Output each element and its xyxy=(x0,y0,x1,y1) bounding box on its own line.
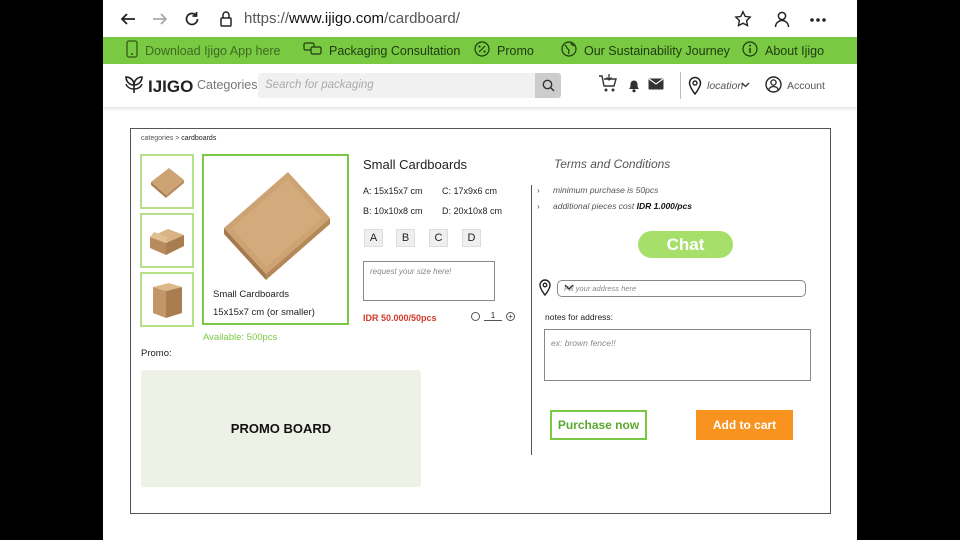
info-icon xyxy=(742,41,758,60)
bell-icon[interactable] xyxy=(627,77,641,93)
refresh-icon[interactable] xyxy=(183,8,201,30)
more-icon[interactable] xyxy=(808,8,828,30)
breadcrumb-separator: > xyxy=(175,135,180,142)
terms-line-2-prefix: additional pieces cost xyxy=(553,201,637,211)
chevron-right-icon: › xyxy=(537,185,540,195)
cart-icon[interactable] xyxy=(598,73,618,93)
header-divider xyxy=(680,72,681,99)
browser-toolbar: https://www.ijigo.com/cardboard/ xyxy=(103,0,857,37)
price-text: IDR 50.000/50pcs xyxy=(363,313,437,323)
packaging-consultation-link[interactable]: Packaging Consultation xyxy=(303,37,460,64)
percent-icon xyxy=(474,41,490,60)
product-thumbnail-3[interactable] xyxy=(140,272,194,327)
account-link[interactable]: Account xyxy=(787,80,825,92)
promo-link[interactable]: Promo xyxy=(474,37,534,64)
notes-placeholder: ex: brown fence!! xyxy=(551,338,616,348)
availability-text: Available: 500pcs xyxy=(203,332,278,343)
product-thumbnail-1[interactable] xyxy=(140,154,194,209)
phone-icon xyxy=(126,40,138,61)
site-header: IJIGO Categories Search for packaging lo… xyxy=(103,64,857,107)
categories-menu[interactable]: Categories xyxy=(197,78,257,92)
product-title: Small Cardboards xyxy=(363,157,468,172)
terms-line-2: › additional pieces cost IDR 1.000/pcs xyxy=(537,201,692,211)
notes-label: notes for address: xyxy=(545,312,614,322)
size-option-c[interactable]: C xyxy=(429,229,448,247)
search-bar[interactable]: Search for packaging xyxy=(258,73,561,98)
screen: https://www.ijigo.com/cardboard/ Downloa… xyxy=(103,0,857,540)
custom-size-input[interactable]: request your size here! xyxy=(363,261,495,301)
globe-icon xyxy=(561,41,577,60)
download-app-link[interactable]: Download Ijigo App here xyxy=(126,37,281,64)
address-pin-icon xyxy=(539,279,551,301)
about-label: About Ijigo xyxy=(765,43,825,58)
promo-label: Promo xyxy=(497,43,534,58)
size-option-d[interactable]: D xyxy=(462,229,481,247)
terms-line-1: › minimum purchase is 50pcs xyxy=(537,185,658,195)
promo-label: Promo: xyxy=(141,348,172,359)
purchase-now-button[interactable]: Purchase now xyxy=(550,410,647,440)
search-button[interactable] xyxy=(535,73,561,98)
url-prefix: https:// xyxy=(244,10,290,27)
size-d-text: D: 20x10x8 cm xyxy=(442,206,503,216)
cardboard-box-image xyxy=(224,172,330,280)
size-c-text: C: 17x9x6 cm xyxy=(442,186,498,196)
account-icon[interactable] xyxy=(765,76,782,93)
location-pin-icon[interactable] xyxy=(688,76,702,95)
chat-button[interactable]: Chat xyxy=(638,231,733,258)
search-icon xyxy=(542,79,555,92)
address-notes-input[interactable]: ex: brown fence!! xyxy=(544,329,811,381)
url-path: /cardboard/ xyxy=(384,10,460,27)
profile-icon[interactable] xyxy=(773,8,791,30)
url-domain: www.ijigo.com xyxy=(289,10,385,27)
chevron-down-icon xyxy=(564,284,800,293)
sustainability-label: Our Sustainability Journey xyxy=(584,43,730,58)
quantity-stepper: 1 + xyxy=(471,311,515,321)
decrement-button[interactable] xyxy=(471,311,480,321)
size-a-text: A: 15x15x7 cm xyxy=(363,186,423,196)
forward-arrow-icon[interactable] xyxy=(151,8,169,30)
lock-icon xyxy=(219,8,233,30)
terms-title: Terms and Conditions xyxy=(554,157,671,171)
breadcrumb: categories > cardboards xyxy=(141,135,216,142)
add-to-cart-button[interactable]: Add to cart xyxy=(696,410,793,440)
product-thumbnail-2[interactable] xyxy=(140,213,194,268)
size-b-text: B: 10x10x8 cm xyxy=(363,206,423,216)
mail-icon[interactable] xyxy=(648,78,664,90)
logo-text: IJIGO xyxy=(148,76,194,96)
image-caption-name: Small Cardboards xyxy=(213,289,290,300)
product-card: categories > cardboards Small Cardboards… xyxy=(130,128,831,514)
custom-size-placeholder: request your size here! xyxy=(370,267,452,276)
column-divider xyxy=(531,185,532,455)
star-icon[interactable] xyxy=(734,8,752,30)
quantity-value[interactable]: 1 xyxy=(484,311,502,321)
promo-board[interactable]: PROMO BOARD xyxy=(141,370,421,487)
chat-bubbles-icon xyxy=(303,42,322,59)
download-app-label: Download Ijigo App here xyxy=(145,43,281,58)
product-main-image[interactable]: Small Cardboards 15x15x7 cm (or smaller) xyxy=(202,154,349,325)
breadcrumb-root[interactable]: categories xyxy=(141,135,173,142)
increment-button[interactable]: + xyxy=(506,311,515,321)
chevron-right-icon: › xyxy=(537,201,540,211)
terms-line-1-text: minimum purchase is 50pcs xyxy=(553,185,659,195)
search-input[interactable]: Search for packaging xyxy=(265,79,374,91)
packaging-consultation-label: Packaging Consultation xyxy=(329,43,461,58)
image-caption-size: 15x15x7 cm (or smaller) xyxy=(213,307,315,318)
back-arrow-icon[interactable] xyxy=(119,8,137,30)
terms-line-2-price: IDR 1.000/pcs xyxy=(636,201,692,211)
sustainability-link[interactable]: Our Sustainability Journey xyxy=(561,37,730,64)
url-bar[interactable]: https://www.ijigo.com/cardboard/ xyxy=(244,10,460,27)
chevron-down-icon[interactable] xyxy=(741,82,750,88)
logo[interactable]: IJIGO xyxy=(123,73,193,100)
top-link-bar: Download Ijigo App here Packaging Consul… xyxy=(103,37,857,64)
about-link[interactable]: About Ijigo xyxy=(742,37,824,64)
location-selector[interactable]: location xyxy=(707,80,743,92)
leaf-logo-icon xyxy=(123,73,145,100)
size-option-b[interactable]: B xyxy=(396,229,415,247)
breadcrumb-current: cardboards xyxy=(181,135,217,142)
size-option-a[interactable]: A xyxy=(364,229,383,247)
address-dropdown[interactable]: Fill your address here xyxy=(557,280,806,297)
